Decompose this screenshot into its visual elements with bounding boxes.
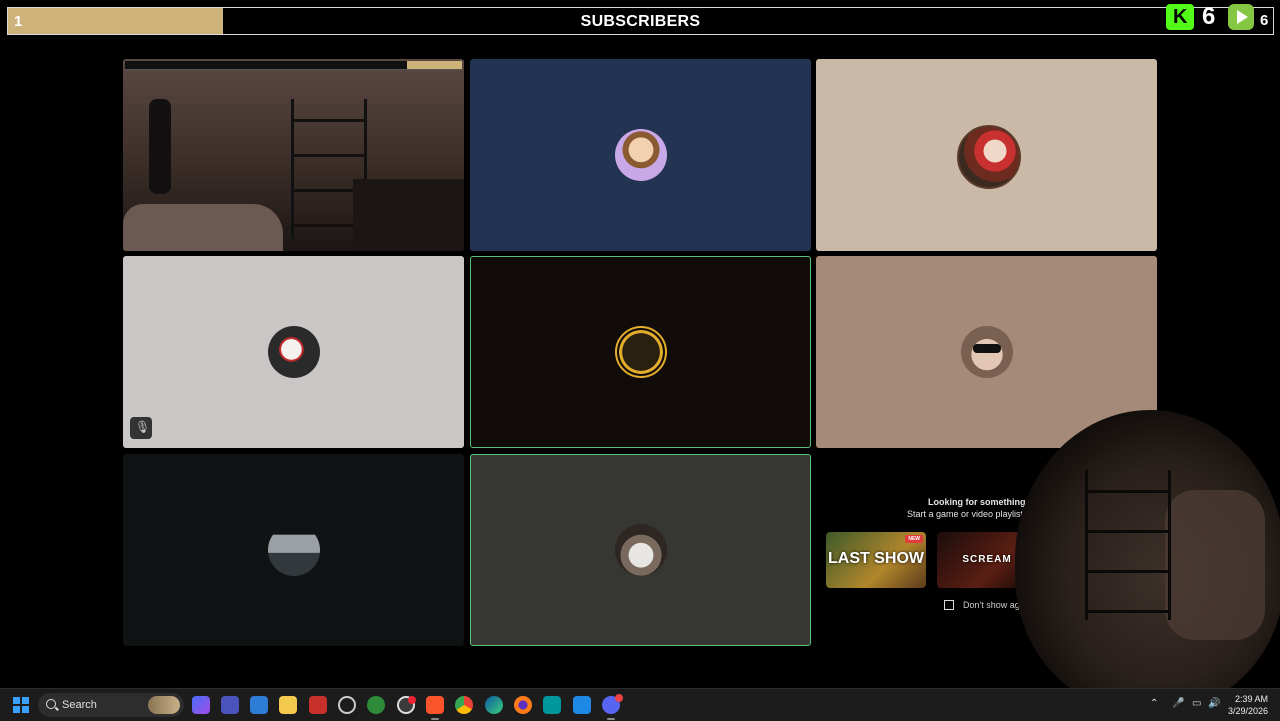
house-photo-avatar [267,524,320,576]
firefox-icon[interactable] [514,696,532,714]
edge-icon[interactable] [485,696,503,714]
clock-date: 3/29/2026 [1227,706,1268,716]
participant-tile-4[interactable] [123,256,464,448]
activity-subheading: Start a game or video playlist in [907,509,1033,519]
dont-show-again-checkbox[interactable] [944,600,954,610]
clock-app-icon[interactable] [338,696,356,714]
webcam-overlay [1015,410,1280,710]
participant-tile-5[interactable] [470,256,811,448]
kick-viewer-count: 6 [1202,3,1216,30]
participant-tile-3[interactable] [816,59,1157,251]
subscriber-goal-bar: 1 SUBSCRIBERS [7,7,1274,35]
system-clock[interactable]: 2:39 AM 3/29/2026 [1228,693,1268,717]
search-highlight-image [148,696,180,714]
display-icon[interactable]: ▭ [1192,698,1201,709]
rumble-icon [1228,4,1254,30]
activity-card-last-show[interactable]: NEW LAST SHOW [826,532,926,588]
teams-icon[interactable] [221,696,239,714]
desk [353,179,464,251]
arduino-icon[interactable] [543,696,561,714]
chrome-icon[interactable] [455,696,473,714]
remote-icon[interactable] [250,696,268,714]
clock-time: 2:39 AM [1234,694,1268,704]
obs-icon[interactable] [397,696,416,714]
file-explorer-icon[interactable] [279,696,297,714]
bed [123,204,283,251]
rumble-viewer-count: 6 [1260,12,1269,29]
shelf [1085,470,1171,620]
kick-icon: K [1166,4,1194,30]
new-badge: NEW [905,535,923,543]
participant-tile-8[interactable] [470,454,811,646]
volume-icon[interactable]: 🔊 [1208,698,1220,709]
microphone-icon[interactable]: 🎤 [1172,698,1184,709]
taskbar-search-box[interactable]: Search [38,693,184,717]
bearded-man-avatar [614,524,667,576]
webcam-tile[interactable] [123,59,464,251]
sunglasses-man-avatar [960,326,1013,378]
vpn-icon[interactable] [367,696,385,714]
microphone-muted-icon[interactable] [130,417,152,439]
discord-icon[interactable] [602,694,623,720]
participant-tile-7[interactable] [123,454,464,646]
news-icon[interactable] [309,696,327,714]
sunglasses-icon [972,344,1001,353]
gold-logo-avatar [614,326,667,378]
glasses-man-avatar [614,129,667,181]
chevron-up-icon[interactable]: ⌃ [1150,698,1158,709]
copilot-icon[interactable] [192,696,210,714]
punching-bag [149,99,171,194]
windows-start-icon[interactable] [13,697,29,713]
mario-figure-avatar [956,125,1021,189]
vscode-icon[interactable] [573,696,591,714]
joker-avatar [267,326,320,378]
brave-icon[interactable] [426,696,444,720]
mini-subscriber-bar [125,61,462,70]
curtain [1165,490,1265,640]
search-placeholder: Search [62,699,97,711]
subscriber-bar-title: SUBSCRIBERS [580,13,701,30]
search-icon [46,699,56,709]
taskbar: Search ⌃ 🎤 ▭ 🔊 2:39 AM 3/29/2026 [0,688,1280,721]
activity-card-title: LAST SHOW [828,550,924,567]
participant-tile-2[interactable] [470,59,811,251]
